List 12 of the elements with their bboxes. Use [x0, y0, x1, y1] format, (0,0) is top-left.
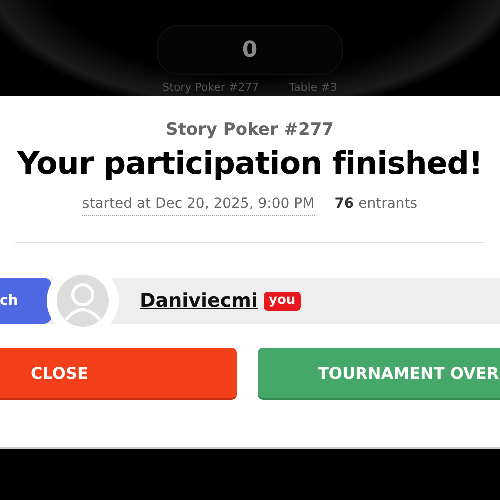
table-label: Table #3: [289, 81, 338, 94]
overview-button[interactable]: TOURNAMENT OVER: [258, 348, 500, 398]
score-display: 0: [157, 25, 343, 75]
start-time: started at Dec 20, 2025, 9:00 PM: [82, 196, 315, 216]
entrant-count: 76 entrants: [334, 196, 418, 214]
player-name[interactable]: Daniviecmi: [140, 290, 258, 312]
tournament-label: Story Poker #277: [162, 81, 260, 94]
dialog-subtitle: Story Poker #277: [166, 120, 334, 140]
close-button[interactable]: CLOSE: [0, 348, 237, 398]
dialog-title: Your participation finished!: [17, 146, 483, 182]
you-badge: you: [264, 292, 301, 310]
player-tag: ch: [0, 278, 52, 324]
